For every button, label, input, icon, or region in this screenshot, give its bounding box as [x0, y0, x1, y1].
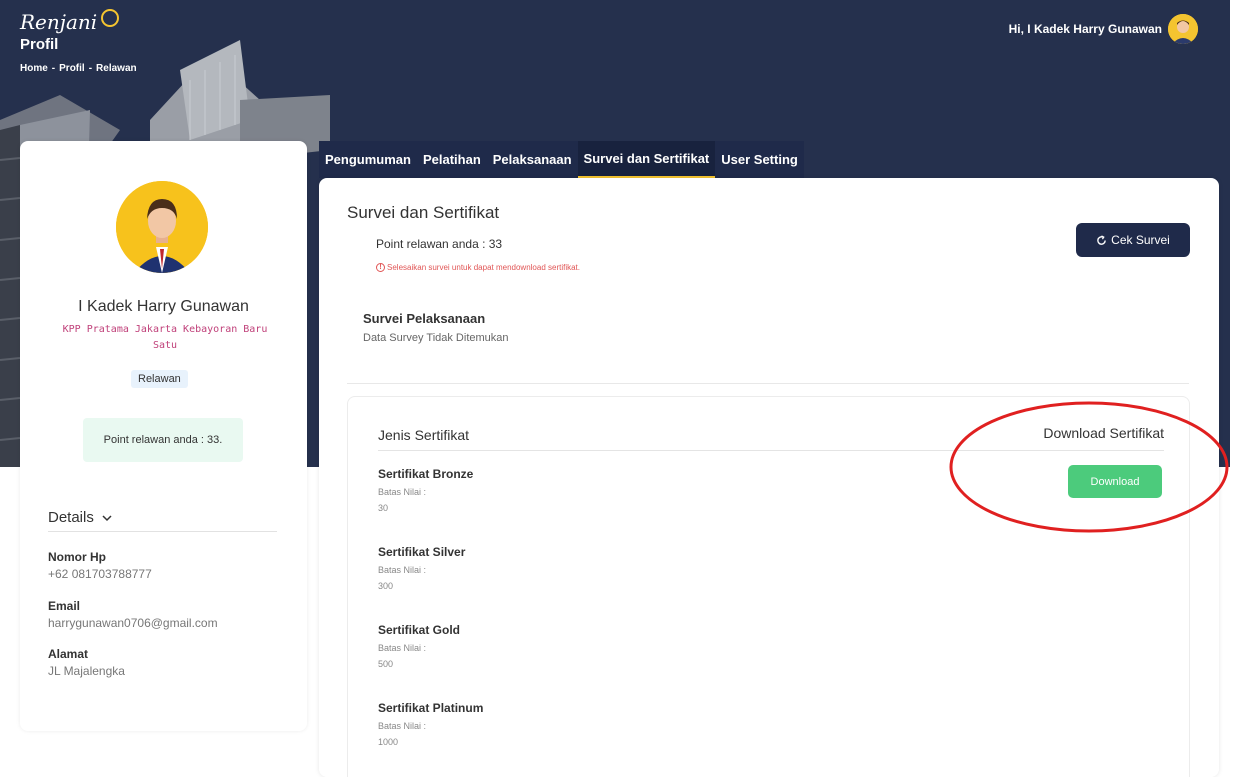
cert-type-header: Jenis Sertifikat — [378, 427, 470, 443]
breadcrumb-separator: - — [88, 63, 93, 74]
page-title: Profil — [20, 36, 59, 53]
user-menu[interactable]: Hi, I Kadek Harry Gunawan — [1009, 14, 1198, 44]
address-value: JL Majalengka — [48, 664, 125, 678]
person-icon — [1168, 14, 1198, 44]
cert-threshold-value: 1000 — [378, 737, 399, 747]
cert-name: Sertifikat Bronze — [378, 467, 474, 481]
details-label: Details — [48, 509, 94, 526]
profile-tabs: Pengumuman Pelatihan Pelaksanaan Survei … — [319, 141, 804, 178]
section-title: Survei dan Sertifikat — [347, 203, 500, 222]
profile-avatar — [116, 181, 208, 273]
chevron-down-icon — [102, 515, 112, 522]
info-circle-icon: ! — [376, 263, 385, 272]
user-avatar[interactable] — [1168, 14, 1198, 44]
point-text: Point relawan anda : 33 — [376, 237, 502, 251]
address-label: Alamat — [48, 647, 89, 661]
certificate-item-bronze: Sertifikat Bronze Batas Nilai : 30 — [378, 467, 473, 513]
survey-section-title: Survei Pelaksanaan — [363, 311, 486, 326]
divider — [347, 383, 1189, 384]
download-button[interactable]: Download — [1068, 465, 1162, 498]
point-box: Point relawan anda : 33. — [83, 418, 243, 462]
cert-threshold-value: 30 — [378, 503, 389, 513]
breadcrumb: Home - Profil - Relawan — [20, 63, 137, 74]
breadcrumb-home[interactable]: Home — [20, 63, 48, 74]
tab-user-setting[interactable]: User Setting — [715, 141, 804, 178]
cert-threshold-label: Batas Nilai : — [378, 487, 427, 497]
cert-name: Sertifikat Gold — [378, 623, 461, 637]
refresh-icon — [1097, 234, 1107, 245]
certificate-item-gold: Sertifikat Gold Batas Nilai : 500 — [378, 623, 460, 669]
breadcrumb-separator: - — [51, 63, 56, 74]
breadcrumb-profil[interactable]: Profil — [59, 63, 85, 74]
cert-name: Sertifikat Platinum — [378, 701, 484, 715]
phone-value: +62 081703788777 — [48, 567, 152, 581]
email-label: Email — [48, 599, 81, 613]
tab-survei-sertifikat[interactable]: Survei dan Sertifikat — [577, 141, 716, 178]
email-value: harrygunawan0706@gmail.com — [48, 616, 218, 630]
point-value: 33 — [488, 237, 503, 251]
phone-label: Nomor Hp — [48, 550, 106, 564]
cert-threshold-value: 300 — [378, 581, 394, 591]
profile-name: I Kadek Harry Gunawan — [78, 298, 249, 315]
cert-threshold-label: Batas Nilai : — [378, 565, 427, 575]
warning-text: Selesaikan survei untuk dapat mendownloa… — [387, 263, 580, 272]
greeting-text: Hi, I Kadek Harry Gunawan — [1008, 22, 1162, 36]
profile-office: KPP Pratama Jakarta Kebayoran Baru Satu — [62, 324, 268, 351]
certificate-item-platinum: Sertifikat Platinum Batas Nilai : 1000 — [378, 701, 483, 747]
cek-survei-label: Cek Survei — [1111, 233, 1170, 247]
certificate-table-header: Jenis Sertifikat Download Sertifikat — [378, 425, 1164, 451]
tab-pengumuman[interactable]: Pengumuman — [319, 141, 417, 178]
cert-threshold-label: Batas Nilai : — [378, 721, 427, 731]
tab-pelaksanaan[interactable]: Pelaksanaan — [487, 141, 578, 178]
cek-survei-button[interactable]: Cek Survei — [1076, 223, 1190, 257]
breadcrumb-relawan: Relawan — [96, 63, 137, 74]
certificate-item-silver: Sertifikat Silver Batas Nilai : 300 — [378, 545, 465, 591]
cert-download-header: Download Sertifikat — [1043, 425, 1164, 441]
tab-pelatihan[interactable]: Pelatihan — [417, 141, 487, 178]
person-avatar-icon — [116, 181, 208, 273]
survey-warning: ! Selesaikan survei untuk dapat mendownl… — [376, 263, 580, 272]
details-toggle[interactable]: Details — [48, 509, 277, 532]
point-label: Point relawan anda : — [376, 237, 489, 251]
survey-empty-text: Data Survey Tidak Ditemukan — [363, 332, 509, 344]
logo-sun-icon — [101, 9, 120, 27]
certificate-card: Jenis Sertifikat Download Sertifikat Ser… — [347, 396, 1190, 777]
app-logo[interactable]: Renjani — [20, 9, 137, 34]
cert-threshold-value: 500 — [378, 659, 394, 669]
main-content-card: Survei dan Sertifikat Point relawan anda… — [319, 178, 1219, 777]
cert-name: Sertifikat Silver — [378, 545, 466, 559]
role-badge: Relawan — [131, 370, 188, 388]
profile-card: I Kadek Harry Gunawan KPP Pratama Jakart… — [20, 141, 307, 731]
cert-threshold-label: Batas Nilai : — [378, 643, 427, 653]
